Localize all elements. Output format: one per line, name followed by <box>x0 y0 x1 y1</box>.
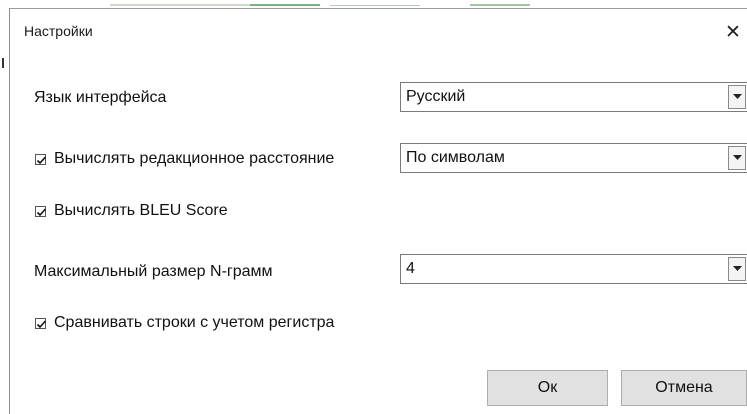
edit-distance-label[interactable]: Вычислять редакционное расстояние <box>54 150 334 168</box>
screen: Настройки ✕ Язык интерфейса Русский Вычи… <box>0 0 747 414</box>
edit-distance-checkbox[interactable] <box>35 154 47 165</box>
ngram-select[interactable]: 4 <box>400 254 747 284</box>
bleu-checkbox[interactable] <box>35 206 47 217</box>
background-line <box>110 4 250 6</box>
ok-button[interactable]: Ок <box>487 370 608 406</box>
bleu-label[interactable]: Вычислять BLEU Score <box>54 202 228 220</box>
language-label: Язык интерфейса <box>34 89 167 106</box>
background-line <box>470 4 530 6</box>
ngram-select-value: 4 <box>406 260 415 277</box>
ngram-dropdown-button[interactable] <box>728 257 746 281</box>
edit-distance-select[interactable]: По символам <box>400 143 747 173</box>
chevron-down-icon <box>733 266 742 271</box>
title-bar[interactable]: Настройки ✕ <box>10 9 747 53</box>
language-select-value: Русский <box>406 88 466 105</box>
language-dropdown-button[interactable] <box>728 85 746 109</box>
background-line <box>250 4 320 6</box>
chevron-down-icon <box>733 94 742 99</box>
checkmark-icon <box>36 208 47 217</box>
background-strip <box>0 0 747 8</box>
edit-distance-select-value: По символам <box>406 149 505 166</box>
close-icon: ✕ <box>725 21 741 43</box>
chevron-down-icon <box>733 155 742 160</box>
cancel-button[interactable]: Отмена <box>621 370 747 406</box>
checkmark-icon <box>36 320 47 329</box>
edit-distance-dropdown-button[interactable] <box>728 146 746 170</box>
ngram-label: Максимальный размер N-грамм <box>34 263 273 280</box>
dialog-title: Настройки <box>24 23 93 39</box>
case-sensitive-label[interactable]: Сравнивать строки с учетом регистра <box>54 314 334 332</box>
settings-dialog: Настройки ✕ Язык интерфейса Русский Вычи… <box>9 8 747 414</box>
close-button[interactable]: ✕ <box>719 17 747 47</box>
background-edge-mark <box>2 58 4 68</box>
case-sensitive-checkbox[interactable] <box>35 318 47 329</box>
background-line <box>330 5 420 6</box>
language-select[interactable]: Русский <box>400 82 747 112</box>
checkmark-icon <box>36 156 47 165</box>
